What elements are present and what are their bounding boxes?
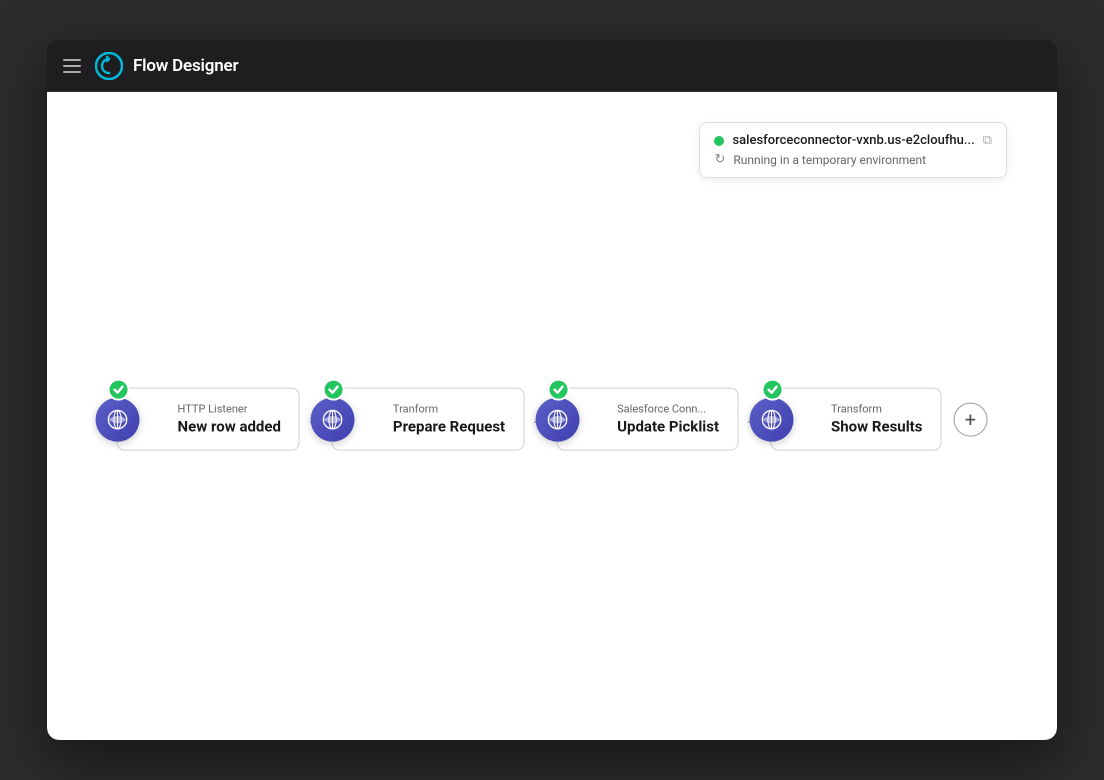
- refresh-icon: ↻: [714, 152, 725, 167]
- titlebar: Flow Designer: [47, 40, 1057, 92]
- flow-step-4[interactable]: Transform Show Results: [770, 388, 941, 451]
- menu-button[interactable]: [63, 59, 81, 73]
- flow-container: HTTP Listener New row added →: [117, 388, 988, 451]
- check-badge-2: [323, 379, 345, 401]
- step-icon-3: [535, 397, 579, 441]
- step-name-3: Update Picklist: [617, 418, 719, 436]
- connector-name-text: salesforceconnector-vxnb.us-e2cloufhu...: [732, 133, 974, 148]
- step-box-3[interactable]: Salesforce Conn... Update Picklist: [556, 388, 738, 451]
- flow-canvas: salesforceconnector-vxnb.us-e2cloufhu...…: [47, 92, 1057, 740]
- app-title: Flow Designer: [133, 56, 238, 76]
- step-icon-4: [749, 397, 793, 441]
- step-icon-1: [96, 397, 140, 441]
- app-logo: [95, 52, 123, 80]
- step-type-2: Tranform: [393, 403, 505, 416]
- flow-step-3[interactable]: Salesforce Conn... Update Picklist: [556, 388, 738, 451]
- app-window: Flow Designer salesforceconnector-vxnb.u…: [47, 40, 1057, 740]
- status-dot-green: [714, 136, 724, 146]
- step-name-2: Prepare Request: [393, 418, 505, 436]
- step-type-1: HTTP Listener: [178, 403, 281, 416]
- step-box-4[interactable]: Transform Show Results: [770, 388, 941, 451]
- copy-icon[interactable]: ⧉: [983, 133, 992, 148]
- flow-step-1[interactable]: HTTP Listener New row added: [117, 388, 300, 451]
- flow-step-2[interactable]: Tranform Prepare Request: [332, 388, 524, 451]
- step-name-1: New row added: [178, 418, 281, 436]
- check-badge-4: [761, 379, 783, 401]
- step-name-4: Show Results: [831, 418, 922, 436]
- step-icon-2: [311, 397, 355, 441]
- check-badge-3: [547, 379, 569, 401]
- check-badge-1: [108, 379, 130, 401]
- step-type-4: Transform: [831, 403, 922, 416]
- step-type-3: Salesforce Conn...: [617, 403, 719, 416]
- step-box-1[interactable]: HTTP Listener New row added: [117, 388, 300, 451]
- status-badge: salesforceconnector-vxnb.us-e2cloufhu...…: [699, 122, 1007, 178]
- add-step-button[interactable]: +: [953, 402, 987, 436]
- env-text: Running in a temporary environment: [733, 153, 926, 167]
- step-box-2[interactable]: Tranform Prepare Request: [332, 388, 524, 451]
